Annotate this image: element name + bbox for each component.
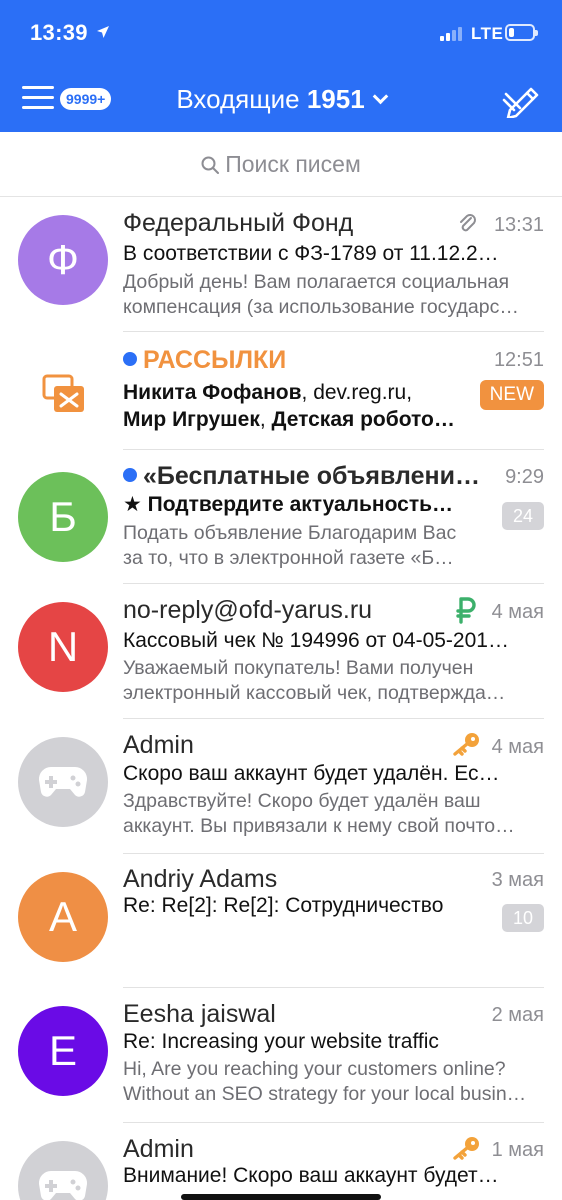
gamepad-icon bbox=[38, 766, 88, 797]
mail-preview: за то, что в электронной газете «Б… bbox=[123, 547, 454, 569]
mail-preview: компенсация (за использование государс… bbox=[123, 296, 519, 318]
mail-sender: Федеральный Фонд bbox=[123, 209, 354, 237]
mail-subject: Re: Re[2]: Re[2]: Сотрудничество bbox=[123, 894, 444, 917]
status-time: 13:39 bbox=[30, 20, 88, 45]
newsletters-item[interactable]: РАССЫЛКИ 12:51 NEW Никита Фофанов, dev.r… bbox=[0, 332, 562, 450]
mail-preview: Подать объявление Благодарим Вас bbox=[123, 522, 457, 544]
mail-sender: Andriy Adams bbox=[123, 865, 278, 893]
mail-item[interactable]: A Andriy Adams 3 мая Re: Re[2]: Re[2]: С… bbox=[0, 854, 562, 988]
mail-date: 9:29 bbox=[505, 466, 544, 488]
mail-subject: Кассовый чек № 194996 от 04-05-201… bbox=[123, 629, 509, 652]
mail-preview: Добрый день! Вам полагается социальная bbox=[123, 271, 510, 293]
mail-item[interactable]: Admin 1 мая Внимание! Скоро ваш аккаунт … bbox=[0, 1123, 562, 1200]
home-indicator[interactable] bbox=[181, 1194, 381, 1200]
signal-icon bbox=[440, 27, 466, 41]
mail-preview: Здравствуйте! Скоро будет удалён ваш bbox=[123, 790, 481, 812]
folder-count: 1951 bbox=[306, 84, 365, 114]
folder-name: Входящие bbox=[176, 84, 300, 114]
mail-date: 2 мая bbox=[491, 1004, 544, 1026]
mail-preview: Without an SEO strategy for your local b… bbox=[123, 1083, 527, 1105]
location-arrow-icon bbox=[97, 26, 109, 38]
unread-dot bbox=[123, 352, 137, 366]
newsletter-senders-line: Мир Игрушек, Детская робото… bbox=[123, 408, 455, 431]
mail-item[interactable]: Б «Бесплатные объявлени… 9:29 ★ Подтверд… bbox=[0, 450, 562, 584]
mail-subject: Re: Increasing your website traffic bbox=[123, 1030, 439, 1053]
search-placeholder: Поиск писем bbox=[225, 151, 361, 177]
network-type: LTE bbox=[471, 24, 504, 43]
chevron-down-icon bbox=[372, 88, 388, 105]
unread-dot bbox=[123, 468, 137, 482]
mail-preview: электронный кассовый чек, подтвержда… bbox=[123, 682, 506, 704]
ruble-icon bbox=[456, 597, 476, 624]
battery-icon bbox=[505, 24, 538, 41]
avatar: Ф bbox=[18, 215, 108, 305]
mail-date: 3 мая bbox=[491, 869, 544, 891]
mail-date: 13:31 bbox=[493, 214, 544, 236]
mail-subject: ★ Подтвердите актуальность… bbox=[123, 493, 454, 516]
newsletter-senders-line: Никита Фофанов, dev.reg.ru, bbox=[123, 381, 413, 404]
key-icon bbox=[453, 1137, 479, 1160]
newsletters-title: РАССЫЛКИ bbox=[123, 345, 423, 375]
mail-item[interactable]: Ф Федеральный Фонд 13:31 В соответствии … bbox=[0, 197, 562, 332]
paperclip-icon bbox=[460, 214, 476, 232]
thread-count-badge: 24 bbox=[502, 502, 544, 530]
compose-icon[interactable] bbox=[500, 80, 542, 118]
mail-sender: Admin bbox=[123, 1135, 194, 1163]
gamepad-icon bbox=[38, 1170, 88, 1200]
avatar: N bbox=[18, 602, 108, 692]
mail-date: 4 мая bbox=[491, 601, 544, 623]
mail-date: 4 мая bbox=[491, 736, 544, 758]
mail-sender: Admin bbox=[123, 731, 194, 759]
mail-subject: Скоро ваш аккаунт будет удалён. Ес… bbox=[123, 762, 500, 785]
top-bar: 13:39 LTE 9999+ Входящие 1951 bbox=[0, 0, 562, 132]
mail-sender: Eesha jaiswal bbox=[123, 1000, 276, 1028]
search-icon bbox=[201, 156, 220, 174]
folder-selector[interactable]: Входящие 1951 bbox=[0, 82, 562, 116]
avatar bbox=[18, 1141, 108, 1200]
mail-preview: Уважаемый покупатель! Вами получен bbox=[123, 657, 474, 679]
mail-item[interactable]: Admin 4 мая Скоро ваш аккаунт будет удал… bbox=[0, 719, 562, 854]
avatar: E bbox=[18, 1006, 108, 1096]
avatar bbox=[18, 737, 108, 827]
newsletter-icon bbox=[42, 374, 84, 412]
mail-preview: аккаунт. Вы привязали к нему свой почто… bbox=[123, 815, 515, 837]
mail-item[interactable]: N no-reply@ofd-yarus.ru 4 мая Кассовый ч… bbox=[0, 584, 562, 719]
new-badge: NEW bbox=[479, 380, 544, 410]
mail-date: 1 мая bbox=[491, 1139, 544, 1161]
mail-preview: Hi, Are you reaching your customers onli… bbox=[123, 1058, 506, 1080]
mail-sender: «Бесплатные объявлени… bbox=[123, 461, 483, 491]
mail-item[interactable]: E Eesha jaiswal 2 мая Re: Increasing you… bbox=[0, 988, 562, 1123]
avatar: A bbox=[18, 872, 108, 962]
avatar: Б bbox=[18, 472, 108, 562]
thread-count-badge: 10 bbox=[502, 904, 544, 932]
mail-subject: Внимание! Скоро ваш аккаунт будет… bbox=[123, 1164, 499, 1187]
mail-sender: no-reply@ofd-yarus.ru bbox=[123, 596, 373, 624]
mail-date: 12:51 bbox=[493, 349, 544, 371]
mail-subject: В соответствии с ФЗ-1789 от 11.12.2… bbox=[123, 242, 499, 265]
key-icon bbox=[453, 733, 479, 756]
search-bar[interactable]: Поиск писем bbox=[0, 132, 562, 197]
